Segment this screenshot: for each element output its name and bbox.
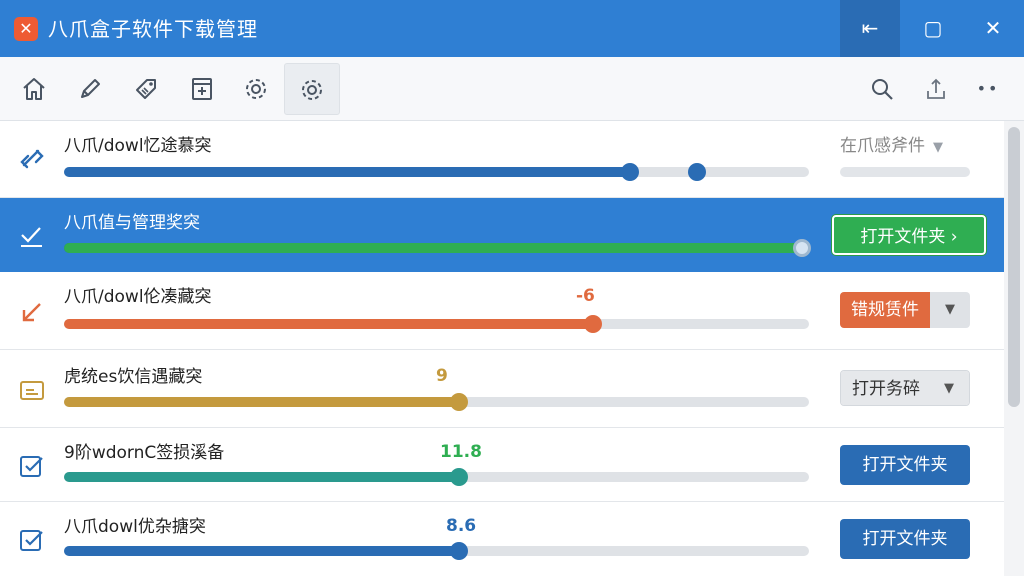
settings-button[interactable]	[228, 63, 284, 115]
open-folder-button[interactable]: 打开文件夹	[840, 445, 970, 485]
vertical-scrollbar[interactable]	[1004, 121, 1024, 576]
progress-fill	[64, 243, 802, 253]
chevron-down-icon: ▼	[933, 140, 943, 155]
chevron-down-icon[interactable]: ▼	[929, 371, 969, 405]
progress-fill	[64, 167, 631, 177]
action-split-button[interactable]: 错规赁件 ▼	[840, 292, 970, 328]
progress-handle[interactable]	[449, 468, 468, 486]
download-row-selected[interactable]: 八爪值与管理奖突 打开文件夹 ›	[0, 198, 1004, 272]
progress-track	[64, 239, 811, 257]
progress-fill	[64, 397, 459, 407]
progress-percent: -6	[576, 286, 595, 306]
settings-icon	[246, 79, 266, 99]
download-list: 八爪/dowl忆途慕突 在爪感斧件 ▼ 八爪值与管理奖突 打开文件夹 › 八爪/…	[0, 121, 1004, 576]
title-bar: ✕ 八爪盒子软件下载管理 ⇤ ▢ ✕	[0, 0, 1024, 57]
secondary-progress-handle[interactable]	[688, 163, 707, 181]
download-name: 9阶wdornC签损溪备	[64, 443, 225, 463]
download-row[interactable]: 八爪/dowl伦凑藏突 -6 错规赁件 ▼	[0, 272, 1004, 350]
chevron-down-icon[interactable]: ▼	[930, 292, 970, 328]
download-name: 八爪/dowl伦凑藏突	[64, 287, 212, 307]
download-row[interactable]: 八爪/dowl忆途慕突 在爪感斧件 ▼	[0, 121, 1004, 198]
download-name: 八爪dowl优杂搪突	[64, 517, 206, 537]
progress-handle[interactable]	[583, 315, 602, 333]
progress-track	[64, 542, 809, 560]
advanced-settings-button[interactable]	[284, 63, 340, 115]
download-name: 虎统es饮信遇藏突	[64, 367, 203, 387]
advanced-settings-icon	[302, 80, 322, 100]
add-file-icon	[192, 78, 212, 100]
progress-percent: 11.8	[440, 442, 482, 462]
download-row[interactable]: 八爪dowl优杂搪突 8.6 打开文件夹	[0, 502, 1004, 576]
home-icon	[23, 78, 45, 100]
action-split-button[interactable]: 打开务碎 ▼	[840, 370, 970, 406]
search-icon	[872, 79, 893, 100]
mini-progress-track	[840, 167, 970, 177]
action-dropdown[interactable]: 在爪感斧件 ▼	[840, 135, 943, 159]
progress-handle[interactable]	[449, 542, 468, 560]
checkbox-checked-icon	[21, 227, 42, 247]
upload-button[interactable]	[908, 63, 964, 115]
app-logo-icon: ✕	[14, 17, 38, 41]
download-name: 八爪值与管理奖突	[64, 213, 200, 233]
action-dropdown-label: 在爪感斧件	[840, 136, 925, 156]
progress-percent: 8.6	[446, 516, 477, 536]
home-button[interactable]	[6, 63, 62, 115]
upload-icon	[927, 78, 945, 99]
edit-check-icon	[20, 456, 43, 477]
progress-track	[64, 163, 809, 181]
add-file-button[interactable]	[174, 63, 230, 115]
scrollbar-thumb[interactable]	[1008, 127, 1020, 407]
app-window: ✕ 八爪盒子软件下载管理 ⇤ ▢ ✕ •• 八爪/dowl忆途慕突 在爪感斧件 …	[0, 0, 1024, 576]
progress-handle[interactable]	[792, 239, 811, 257]
progress-handle[interactable]	[449, 393, 468, 411]
progress-track	[64, 393, 809, 411]
link-icon	[20, 149, 44, 169]
download-row[interactable]: 9阶wdornC签损溪备 11.8 打开文件夹	[0, 428, 1004, 502]
pencil-icon	[81, 79, 100, 98]
progress-percent: 9	[436, 366, 448, 386]
action-main-label[interactable]: 错规赁件	[840, 292, 930, 328]
progress-track	[64, 468, 809, 486]
progress-fill	[64, 319, 593, 329]
tag-icon	[136, 79, 156, 99]
progress-fill	[64, 546, 459, 556]
close-button[interactable]: ✕	[963, 0, 1023, 57]
action-main-label[interactable]: 打开务碎	[841, 371, 931, 405]
open-folder-button[interactable]: 打开文件夹	[840, 519, 970, 559]
maximize-button[interactable]: ▢	[903, 0, 963, 57]
tag-button[interactable]	[118, 63, 174, 115]
window-title: 八爪盒子软件下载管理	[48, 17, 258, 41]
checkbox-checked-icon	[20, 530, 43, 551]
open-folder-button[interactable]: 打开文件夹 ›	[832, 215, 986, 255]
folder-icon	[20, 381, 44, 400]
download-name: 八爪/dowl忆途慕突	[64, 136, 212, 156]
progress-fill	[64, 472, 459, 482]
more-button[interactable]: ••	[960, 63, 1016, 115]
arrow-down-left-icon	[22, 303, 41, 322]
back-button[interactable]: ⇤	[840, 0, 900, 57]
progress-handle[interactable]	[621, 163, 640, 181]
download-row[interactable]: 虎统es饮信遇藏突 9 打开务碎 ▼	[0, 350, 1004, 428]
search-button[interactable]	[854, 63, 910, 115]
more-icon: ••	[976, 79, 1000, 98]
edit-button[interactable]	[62, 63, 118, 115]
toolbar: ••	[0, 57, 1024, 121]
progress-track	[64, 315, 809, 333]
